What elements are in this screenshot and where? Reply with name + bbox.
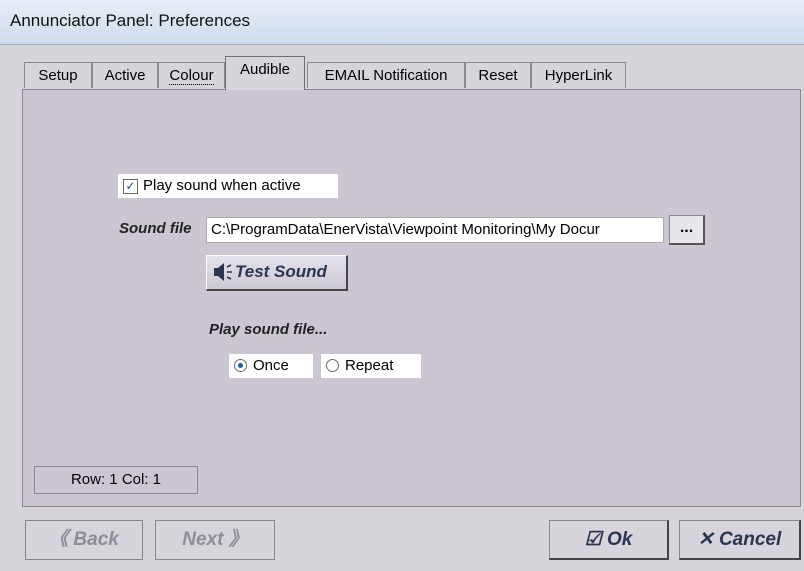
play-sound-checkbox[interactable]: ✓ Play sound when active <box>118 174 338 198</box>
tab-label: EMAIL Notification <box>324 67 448 84</box>
play-sound-label: Play sound when active <box>143 177 301 194</box>
speaker-icon <box>213 256 233 299</box>
audible-panel <box>22 89 801 507</box>
window-title: Annunciator Panel: Preferences <box>10 11 251 30</box>
repeat-radio[interactable]: Repeat <box>321 354 421 378</box>
tab-audible[interactable]: Audible <box>225 56 305 90</box>
cancel-button[interactable]: ✕ Cancel <box>679 520 801 560</box>
back-label: Back <box>73 529 119 550</box>
repeat-label: Repeat <box>345 357 394 374</box>
browse-button[interactable]: ... <box>669 215 705 245</box>
checkbox-check-icon[interactable]: ✓ <box>123 179 138 194</box>
next-label: Next <box>182 529 224 550</box>
tab-active[interactable]: Active <box>92 62 158 88</box>
tab-hyperlink[interactable]: HyperLink <box>531 62 626 88</box>
tab-email-notification[interactable]: EMAIL Notification <box>307 62 465 88</box>
tab-label: Colour <box>169 67 214 85</box>
cancel-label: Cancel <box>718 529 782 550</box>
row-col-status: Row: 1 Col: 1 <box>34 466 198 494</box>
test-sound-label: Test Sound <box>235 262 327 281</box>
once-label: Once <box>253 357 289 374</box>
close-icon: ✕ <box>697 529 719 550</box>
radio-unselected-icon[interactable] <box>326 359 339 372</box>
play-mode-label: Play sound file... <box>209 321 328 338</box>
tab-reset[interactable]: Reset <box>465 62 531 88</box>
double-chevron-left-icon: 《 <box>49 529 74 550</box>
check-icon: ☑ <box>584 529 607 550</box>
sound-file-field[interactable]: C:\ProgramData\EnerVista\Viewpoint Monit… <box>206 217 664 243</box>
tab-setup[interactable]: Setup <box>24 62 92 88</box>
ok-label: Ok <box>606 529 633 550</box>
once-radio[interactable]: Once <box>229 354 313 378</box>
tab-label: Reset <box>478 67 518 84</box>
test-sound-button[interactable]: Test Sound <box>206 255 348 291</box>
tab-label: Audible <box>239 61 291 78</box>
next-button[interactable]: Next 》 <box>155 520 275 560</box>
double-chevron-right-icon: 》 <box>223 529 248 550</box>
radio-selected-icon[interactable] <box>234 359 247 372</box>
tab-colour[interactable]: Colour <box>158 62 225 88</box>
sound-file-label: Sound file <box>119 220 192 237</box>
tab-label: Setup <box>38 67 78 84</box>
tab-label: HyperLink <box>544 67 613 84</box>
tab-label: Active <box>104 67 146 84</box>
back-button[interactable]: 《 Back <box>25 520 143 560</box>
ok-button[interactable]: ☑ Ok <box>549 520 669 560</box>
title-bar: Annunciator Panel: Preferences <box>0 0 804 45</box>
